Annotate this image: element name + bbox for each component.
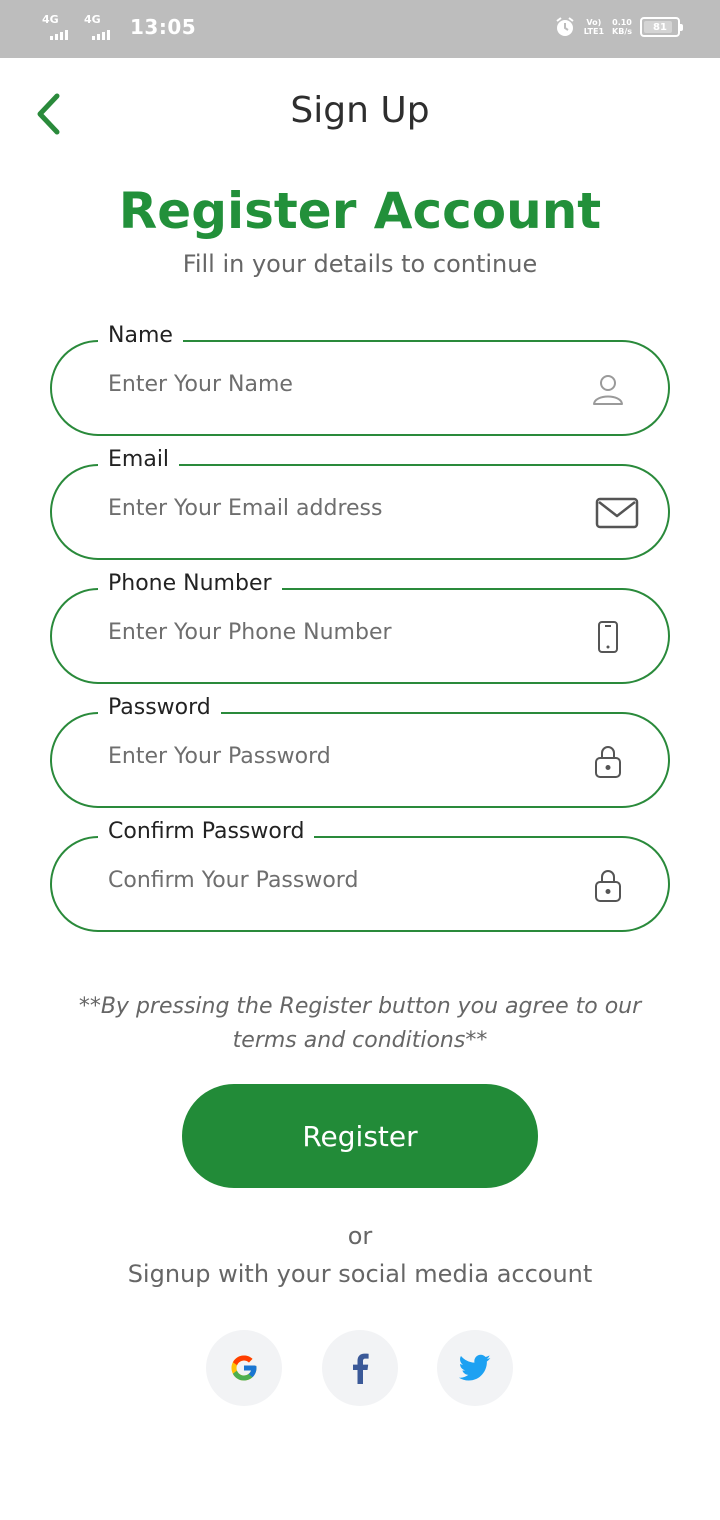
social-signup-text: Signup with your social media account [127, 1260, 593, 1288]
phone-input[interactable]: Enter Your Phone Number [108, 620, 548, 645]
network-speed: 0.10 KB/s [612, 18, 632, 36]
network-type-2: 4G [84, 13, 101, 26]
facebook-signup-button[interactable] [322, 1330, 398, 1406]
page-title: Sign Up [290, 90, 430, 131]
signal-icon: 4G [42, 14, 76, 40]
volte-indicator: Vo) LTE1 [583, 18, 605, 36]
email-label: Email [98, 447, 180, 472]
email-input[interactable]: Enter Your Email address [108, 496, 548, 521]
person-icon [588, 370, 628, 408]
password-label: Password [98, 695, 221, 720]
name-field[interactable]: Name Enter Your Name [50, 323, 670, 436]
or-divider: or [347, 1222, 373, 1250]
phone-field[interactable]: Phone Number Enter Your Phone Number [50, 571, 670, 684]
terms-line-2: terms and conditions** [232, 1028, 488, 1053]
network-type-1: 4G [42, 13, 59, 26]
phone-icon [588, 618, 628, 656]
signal-icon-2: 4G [84, 14, 118, 40]
lock-icon [588, 866, 628, 904]
status-bar: 4G 4G 13:05 Vo) LTE1 0.10 KB/s 81 [0, 0, 720, 58]
register-button[interactable]: Register [182, 1084, 538, 1188]
confirm-password-input[interactable]: Confirm Your Password [108, 868, 548, 893]
envelope-icon [594, 494, 640, 532]
google-signup-button[interactable] [206, 1330, 282, 1406]
alarm-icon [556, 17, 574, 36]
register-heading: Register Account [118, 182, 602, 240]
lock-icon [588, 742, 628, 780]
password-input[interactable]: Enter Your Password [108, 744, 548, 769]
email-field[interactable]: Email Enter Your Email address [50, 447, 670, 560]
twitter-icon [459, 1354, 491, 1381]
battery-icon: 81 [640, 17, 683, 37]
terms-notice: **By pressing the Register button you ag… [60, 990, 660, 1058]
confirm-password-field[interactable]: Confirm Password Confirm Your Password [50, 819, 670, 932]
confirm-password-label: Confirm Password [98, 819, 315, 844]
terms-line-1: **By pressing the Register button you ag… [78, 994, 642, 1019]
twitter-signup-button[interactable] [437, 1330, 513, 1406]
clock: 13:05 [130, 15, 197, 39]
phone-label: Phone Number [98, 571, 282, 596]
facebook-icon [353, 1353, 369, 1384]
name-input[interactable]: Enter Your Name [108, 372, 548, 397]
battery-level: 81 [653, 21, 667, 33]
google-icon [231, 1355, 257, 1381]
name-label: Name [98, 323, 183, 348]
register-subheading: Fill in your details to continue [182, 250, 538, 278]
password-field[interactable]: Password Enter Your Password [50, 695, 670, 808]
